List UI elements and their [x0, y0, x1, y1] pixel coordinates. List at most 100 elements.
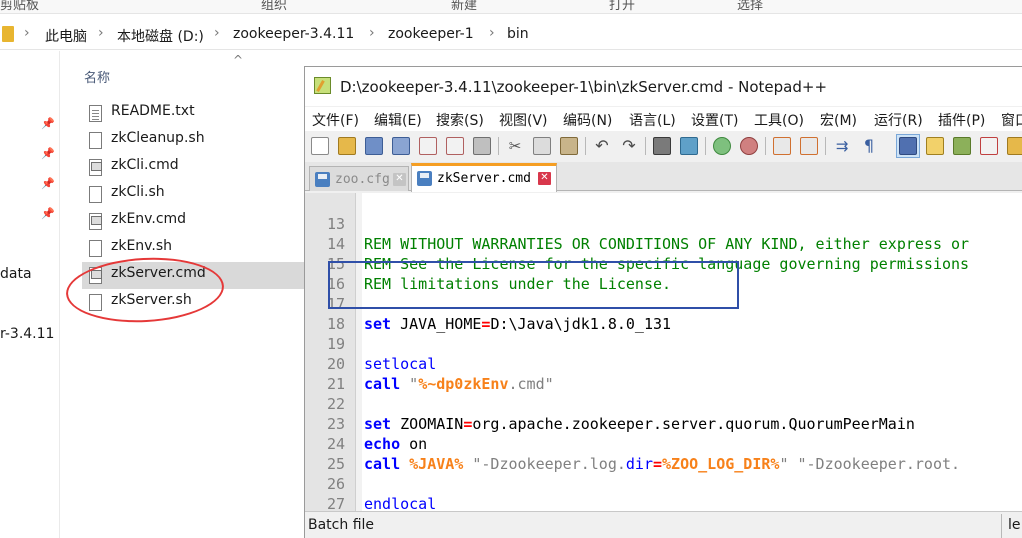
variable-name: ZOOMAIN: [391, 415, 464, 433]
word-wrap-icon[interactable]: ⇉: [833, 137, 851, 155]
print-icon[interactable]: [473, 137, 491, 155]
code-line: set ZOOMAIN=org.apache.zookeeper.server.…: [364, 414, 915, 434]
tab-bar: zoo.cfg ✕ zkServer.cmd ✕: [305, 162, 1022, 192]
open-file-icon[interactable]: [338, 137, 356, 155]
zoom-out-icon[interactable]: [740, 137, 758, 155]
cut-icon[interactable]: ✂: [506, 137, 524, 155]
keyword: call: [364, 375, 401, 393]
breadcrumb-zookeeper[interactable]: zookeeper-3.4.11: [233, 26, 354, 42]
code-line: call %JAVA% "-Dzookeeper.log.dir=%ZOO_LO…: [364, 454, 960, 474]
ribbon-group-clipboard[interactable]: 剪贴板: [0, 0, 39, 13]
copy-icon[interactable]: [533, 137, 551, 155]
file-row-zkenv-cmd[interactable]: zkEnv.cmd: [82, 208, 304, 235]
breadcrumb-this-pc[interactable]: 此电脑: [45, 26, 87, 46]
menu-tools[interactable]: 工具(O): [754, 110, 804, 130]
file-row-readme[interactable]: README.txt: [82, 100, 304, 127]
navigation-pane: 📌 📌 📌 📌 data r-3.4.11: [0, 51, 60, 538]
save-all-icon[interactable]: [392, 137, 410, 155]
keyword-dir: dir: [625, 455, 653, 473]
address-bar[interactable]: › 此电脑 › 本地磁盘 (D:) › zookeeper-3.4.11 › z…: [0, 20, 1022, 50]
value: org.apache.zookeeper.server.quorum.Quoru…: [472, 415, 915, 433]
blank-file-icon: [89, 240, 102, 257]
ribbon-group-organize[interactable]: 组织: [261, 0, 287, 13]
tab-zkserver-cmd[interactable]: zkServer.cmd ✕: [411, 163, 557, 192]
status-bar: Batch file le: [305, 511, 1022, 538]
status-divider: [1001, 514, 1002, 538]
chevron-right-icon: ›: [214, 25, 220, 41]
file-row-zkcli-cmd[interactable]: zkCli.cmd: [82, 154, 304, 181]
menu-macro[interactable]: 宏(M): [820, 110, 857, 130]
tab-label: zkServer.cmd: [437, 171, 531, 186]
value: D:\Java\jdk1.8.0_131: [490, 315, 672, 333]
nav-item-data[interactable]: data: [0, 266, 32, 282]
show-all-chars-icon[interactable]: ¶: [860, 137, 878, 155]
indent-guide-icon: [899, 137, 917, 155]
code-line: echo on: [364, 434, 427, 454]
toolbar-separator: [585, 137, 586, 155]
text-file-icon: [89, 105, 102, 122]
folder-workspace-icon[interactable]: [1007, 137, 1022, 155]
operator: =: [653, 455, 663, 473]
ribbon-strip: 剪贴板 组织 新建 打开 选择: [0, 0, 1022, 14]
pin-icon[interactable]: 📌: [41, 207, 55, 221]
ribbon-group-new[interactable]: 新建: [451, 0, 477, 13]
macro-record-icon[interactable]: [980, 137, 998, 155]
menu-search[interactable]: 搜索(S): [436, 110, 484, 130]
pin-icon[interactable]: 📌: [41, 117, 55, 131]
blue-highlight-box: [328, 261, 739, 309]
code-line: setlocal: [364, 355, 437, 373]
pin-icon[interactable]: 📌: [41, 177, 55, 191]
breadcrumb-drive[interactable]: 本地磁盘 (D:): [117, 26, 204, 46]
close-tab-icon[interactable]: ✕: [538, 172, 551, 185]
menu-language[interactable]: 语言(L): [629, 110, 676, 130]
window-title: D:\zookeeper-3.4.11\zookeeper-1\bin\zkSe…: [340, 78, 828, 96]
new-file-icon[interactable]: [311, 137, 329, 155]
file-row-zkcleanup[interactable]: zkCleanup.sh: [82, 127, 304, 154]
file-row-zkenv-sh[interactable]: zkEnv.sh: [82, 235, 304, 262]
zoom-in-icon[interactable]: [713, 137, 731, 155]
menu-plugins[interactable]: 插件(P): [938, 110, 985, 130]
chevron-right-icon: ›: [98, 25, 104, 41]
menu-settings[interactable]: 设置(T): [691, 110, 738, 130]
menu-encoding[interactable]: 编码(N): [563, 110, 612, 130]
toolbar-separator: [498, 137, 499, 155]
save-icon[interactable]: [365, 137, 383, 155]
code-line: endlocal: [364, 495, 437, 511]
menu-view[interactable]: 视图(V): [499, 110, 548, 130]
sync-horizontal-icon[interactable]: [800, 137, 818, 155]
find-icon[interactable]: [653, 137, 671, 155]
close-tab-icon[interactable]: ✕: [393, 173, 406, 186]
pin-icon[interactable]: 📌: [41, 147, 55, 161]
redo-icon[interactable]: ↷: [620, 137, 638, 155]
code-editor[interactable]: 13 REM WITHOUT WARRANTIES OR CONDITIONS …: [305, 193, 1022, 511]
file-name: zkCleanup.sh: [111, 130, 205, 146]
menu-edit[interactable]: 编辑(E): [374, 110, 422, 130]
toolbar-separator: [645, 137, 646, 155]
blank-file-icon: [89, 132, 102, 149]
notepadpp-app-icon[interactable]: [314, 77, 331, 94]
menu-run[interactable]: 运行(R): [874, 110, 923, 130]
close-all-icon[interactable]: [446, 137, 464, 155]
language-icon[interactable]: [926, 137, 944, 155]
nav-item-zookeeper[interactable]: r-3.4.11: [0, 326, 54, 342]
ribbon-group-open[interactable]: 打开: [609, 0, 635, 13]
menu-file[interactable]: 文件(F): [312, 110, 359, 130]
chevron-right-icon: ›: [24, 25, 30, 41]
menu-window[interactable]: 窗口: [1001, 110, 1022, 130]
paste-icon[interactable]: [560, 137, 578, 155]
string: .cmd": [508, 375, 554, 393]
close-file-icon[interactable]: [419, 137, 437, 155]
sync-vertical-icon[interactable]: [773, 137, 791, 155]
breadcrumb-zookeeper-1[interactable]: zookeeper-1: [388, 26, 474, 42]
replace-icon[interactable]: [680, 137, 698, 155]
saved-file-icon: [417, 171, 432, 186]
function-list-icon[interactable]: [953, 137, 971, 155]
column-header-name[interactable]: 名称: [84, 67, 110, 86]
title-bar[interactable]: D:\zookeeper-3.4.11\zookeeper-1\bin\zkSe…: [305, 67, 1022, 106]
ribbon-group-select[interactable]: 选择: [737, 0, 763, 13]
tab-zoo-cfg[interactable]: zoo.cfg ✕: [309, 166, 409, 191]
keyword: call: [364, 455, 401, 473]
undo-icon[interactable]: ↶: [593, 137, 611, 155]
file-row-zkcli-sh[interactable]: zkCli.sh: [82, 181, 304, 208]
breadcrumb-bin[interactable]: bin: [507, 26, 529, 42]
